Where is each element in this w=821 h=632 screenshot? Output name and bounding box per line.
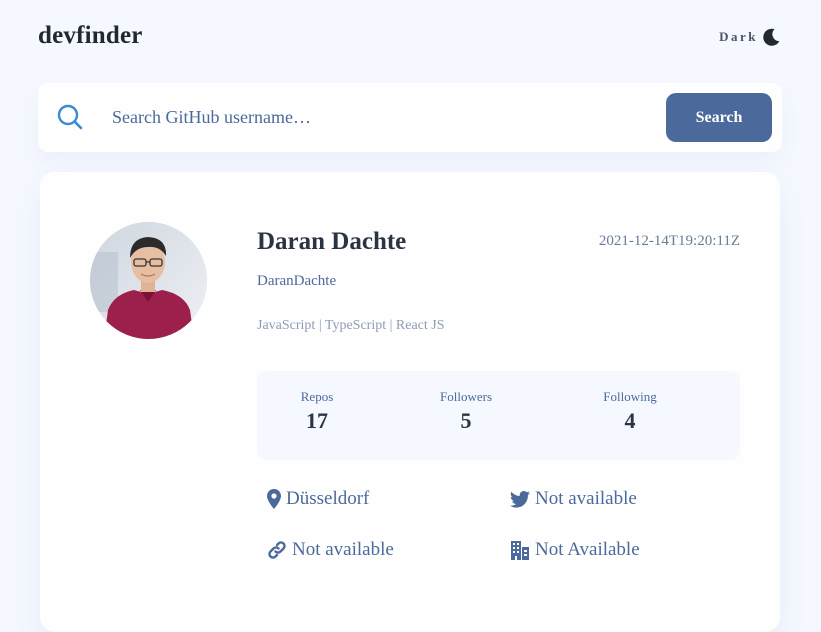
location-text: Düsseldorf <box>286 488 370 509</box>
twitter-item: Not available <box>510 488 637 510</box>
header: devfinder Dark <box>38 22 782 56</box>
search-bar: Search <box>38 83 782 152</box>
location-item: Düsseldorf <box>267 488 369 510</box>
logo: devfinder <box>38 22 143 49</box>
search-button[interactable]: Search <box>666 93 772 142</box>
moon-icon <box>763 28 780 46</box>
stat-followers-value: 5 <box>460 408 472 433</box>
theme-toggle-label: Dark <box>719 29 758 44</box>
stat-following: Following 4 <box>570 389 690 434</box>
stat-followers-label: Followers <box>440 389 492 404</box>
company-text: Not Available <box>535 539 640 560</box>
profile-bio: JavaScript | TypeScript | React JS <box>257 318 445 333</box>
location-pin-icon <box>267 489 281 509</box>
joined-date: 2021-12-14T19:20:11Z <box>598 233 740 249</box>
twitter-text: Not available <box>535 488 637 509</box>
building-icon <box>511 541 529 560</box>
blog-item: Not available <box>267 539 394 561</box>
profile-login[interactable]: DaranDachte <box>257 273 336 290</box>
theme-toggle[interactable]: Dark <box>719 26 782 48</box>
stat-repos-label: Repos <box>300 389 334 404</box>
stat-repos-value: 17 <box>306 408 328 433</box>
search-input[interactable] <box>100 95 660 140</box>
avatar-image <box>90 222 207 339</box>
blog-text: Not available <box>292 539 394 560</box>
stat-following-label: Following <box>603 389 657 404</box>
search-icon <box>57 104 83 130</box>
link-icon <box>268 541 286 559</box>
profile-card: Daran Dachte 2021-12-14T19:20:11Z DaranD… <box>40 172 780 632</box>
company-item: Not Available <box>510 539 640 561</box>
profile-name: Daran Dachte <box>257 228 407 255</box>
stats-panel: Repos 17 Followers 5 Following 4 <box>257 371 740 460</box>
stat-repos: Repos 17 <box>257 389 377 434</box>
twitter-icon <box>510 490 530 508</box>
stat-followers: Followers 5 <box>406 389 526 434</box>
stat-following-value: 4 <box>624 408 636 433</box>
avatar <box>90 222 207 339</box>
